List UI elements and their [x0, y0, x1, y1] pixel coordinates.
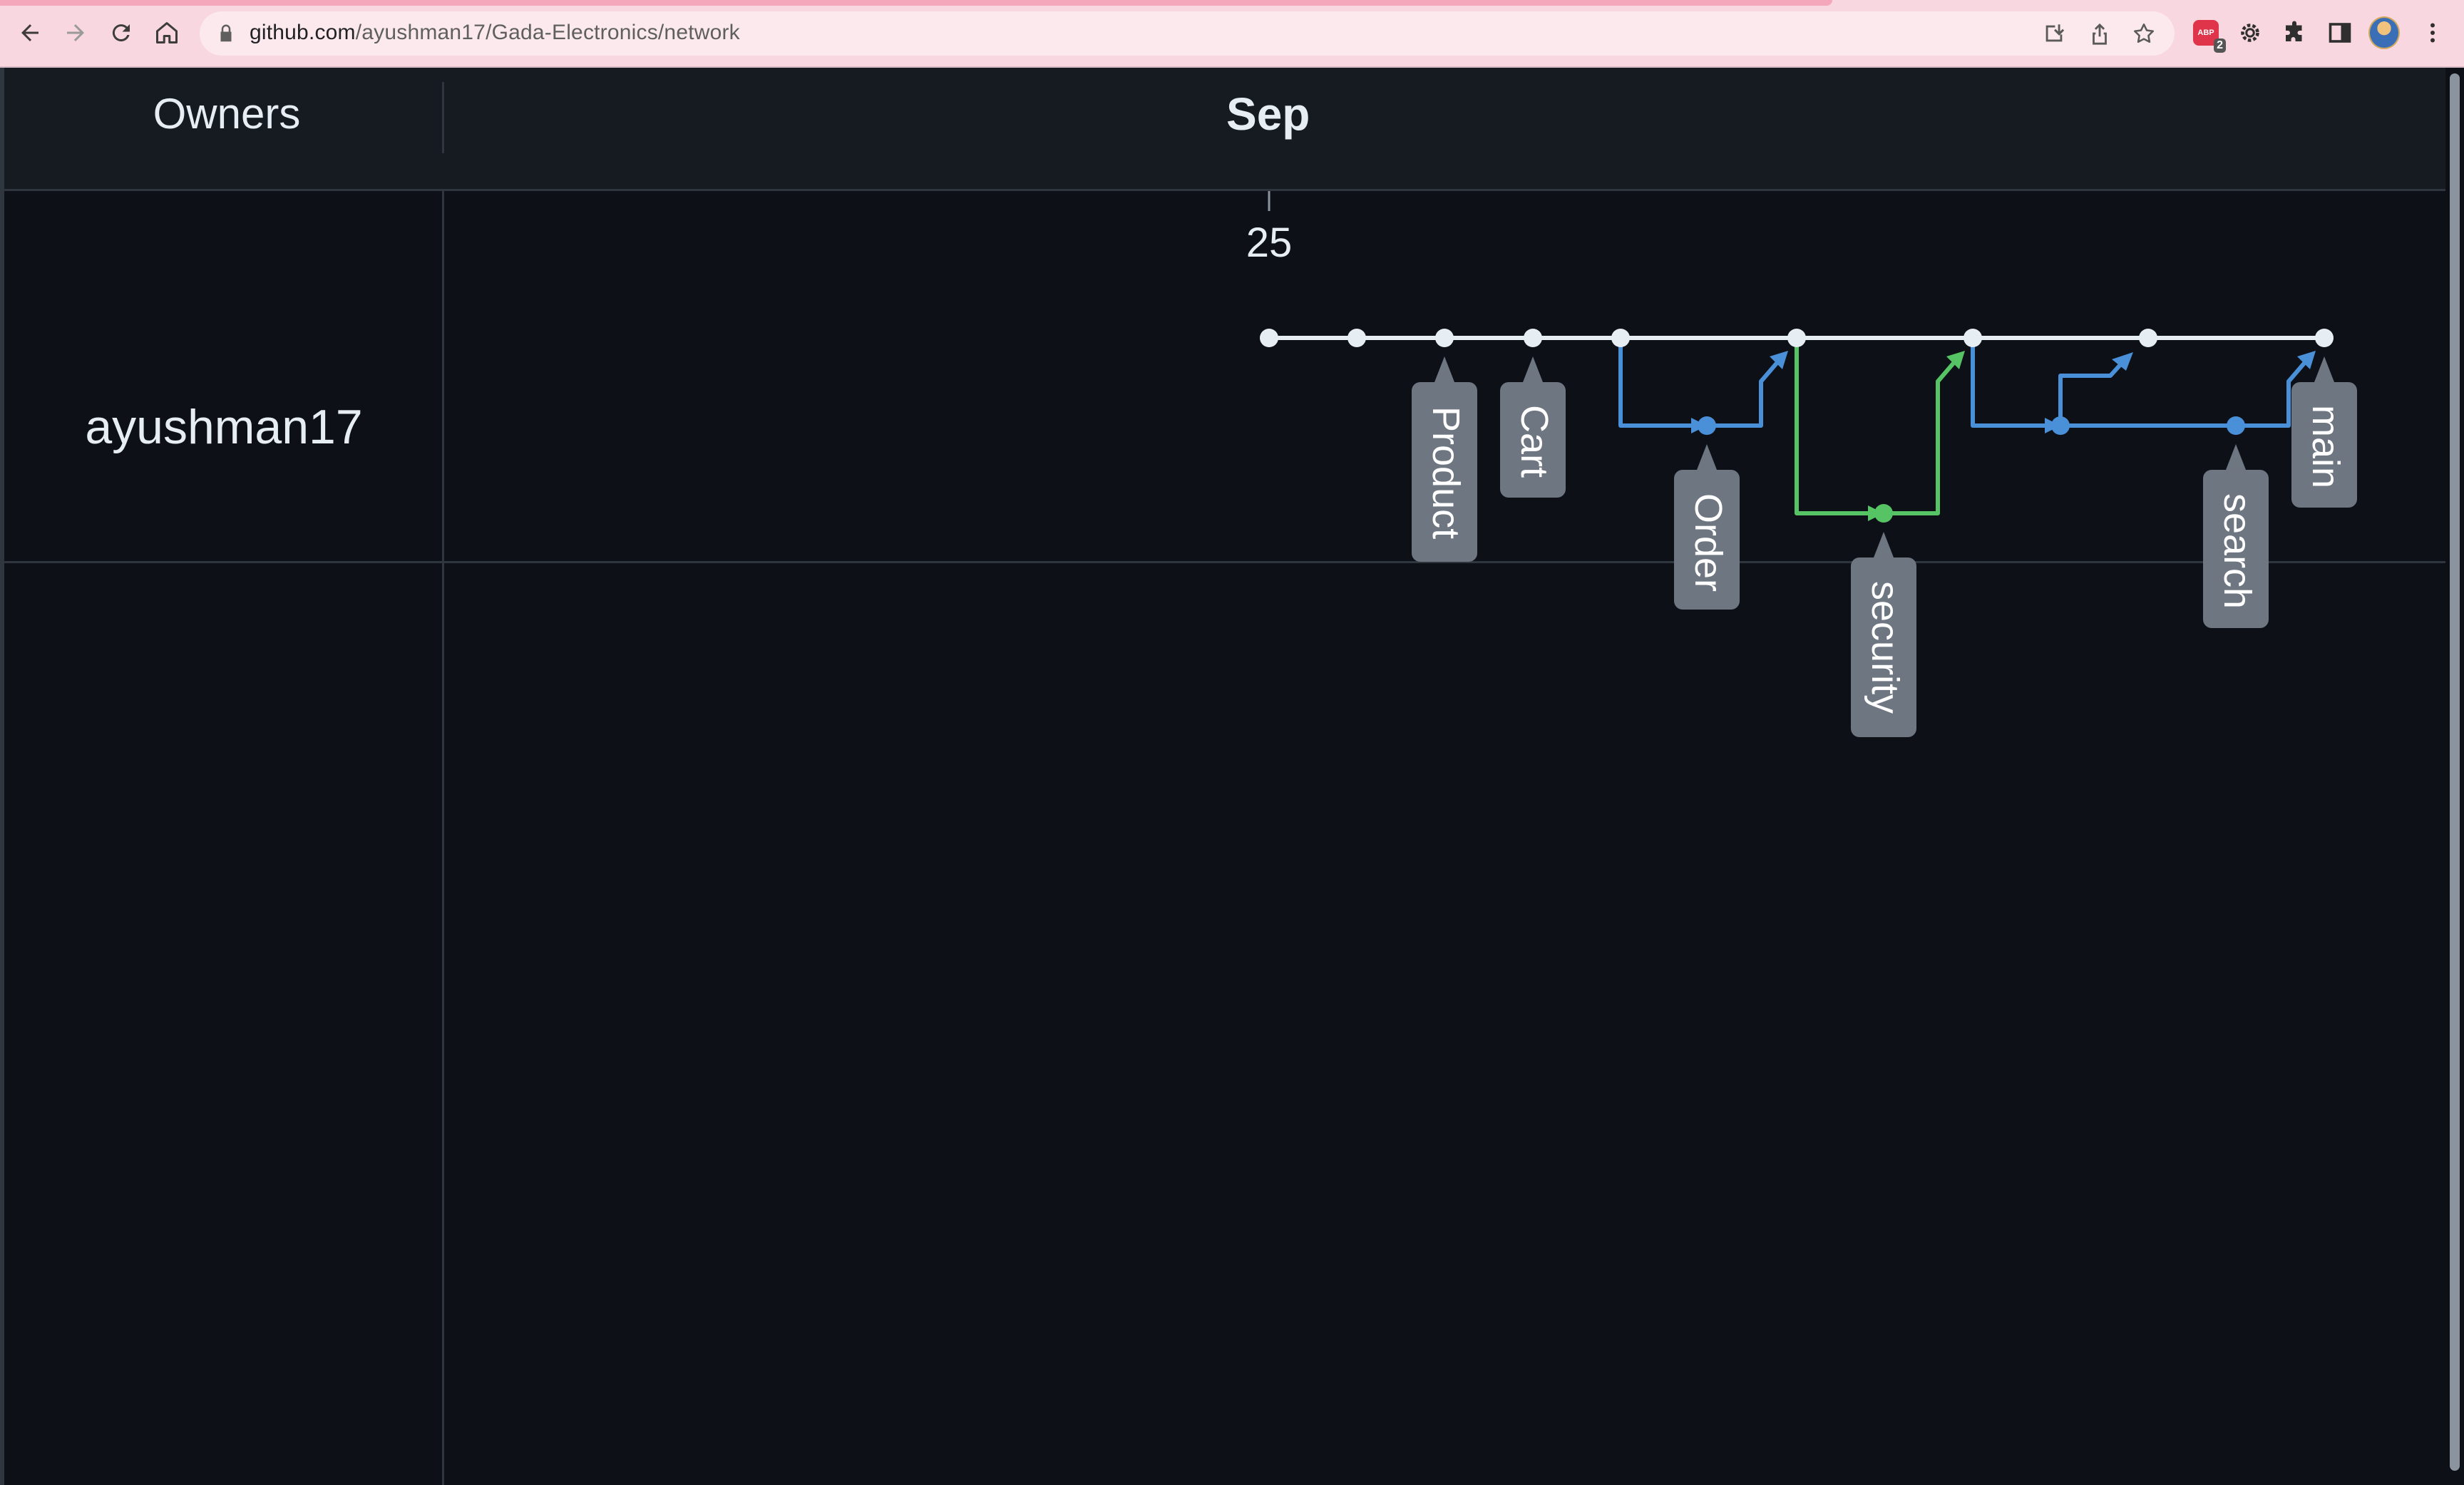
side-panel-button[interactable] [2324, 17, 2356, 48]
commit-dot[interactable] [2227, 416, 2245, 435]
puzzle-icon [2286, 21, 2302, 41]
branch-label-text: main [2304, 405, 2347, 488]
kebab-menu-icon [2430, 23, 2435, 43]
branch-line-security [1795, 338, 1884, 515]
scrollbar-thumb[interactable] [2450, 73, 2460, 1471]
branch-label-security[interactable]: security [1851, 532, 1916, 737]
url-path: /ayushman17/Gada-Electronics/network [355, 21, 740, 44]
sidepanel-icon [2329, 23, 2351, 43]
settings-extension-icon [2241, 24, 2259, 42]
extension-badge: 2 [2214, 38, 2226, 53]
commit-dot[interactable] [1787, 329, 1806, 347]
branch-line-security-merge [1884, 355, 1961, 515]
branch-label-text: search [2216, 493, 2259, 609]
commit-dot[interactable] [1524, 329, 1542, 347]
url-host: github.com [250, 21, 356, 44]
profile-button[interactable] [2368, 16, 2400, 49]
avatar [2368, 16, 2400, 49]
branch-line-order [1618, 338, 1707, 428]
branch-line-search [1971, 338, 2236, 428]
network-graph: Owners Sep ayushman17 25 Product Cart Or… [0, 68, 2464, 1485]
branch-label-product[interactable]: Product [1412, 356, 1477, 562]
day-label: 25 [1246, 220, 1293, 266]
reload-button[interactable] [101, 13, 141, 53]
lock-icon[interactable] [215, 23, 237, 44]
scrollbar[interactable] [2445, 68, 2464, 1485]
commit-dot[interactable] [1874, 504, 1893, 523]
commit-dot[interactable] [2315, 329, 2334, 347]
adblock-icon: ABP 2 [2193, 20, 2226, 53]
forward-button[interactable] [56, 13, 96, 53]
adblock-extension[interactable]: ABP 2 [2190, 17, 2226, 53]
commit-dot[interactable] [1260, 329, 1278, 347]
reload-icon [112, 24, 130, 42]
settings-extension-button[interactable] [2234, 17, 2266, 48]
commit-dot[interactable] [1963, 329, 1982, 347]
home-button[interactable] [147, 13, 187, 53]
tab-strip[interactable] [0, 0, 1832, 6]
branch-label-order[interactable]: Order [1674, 444, 1740, 610]
branch-label-text: Cart [1513, 405, 1556, 478]
branch-label-cart[interactable]: Cart [1500, 356, 1566, 498]
commit-dot[interactable] [1611, 329, 1630, 347]
adblock-label: ABP [2197, 29, 2214, 37]
commit-dot[interactable] [1348, 329, 1366, 347]
branch-label-text: security [1864, 581, 1906, 714]
branch-label-text: Order [1687, 493, 1730, 592]
install-icon[interactable] [2042, 21, 2066, 46]
share-icon[interactable] [2088, 21, 2112, 46]
star-icon[interactable] [2132, 21, 2156, 46]
branch-line-order-merge [1707, 355, 1785, 428]
browser-menu-button[interactable] [2417, 17, 2448, 48]
branch-label-text: Product [1424, 406, 1467, 539]
address-bar[interactable]: github.com/ayushman17/Gada-Electronics/n… [200, 11, 2175, 56]
branch-label-search[interactable]: search [2203, 444, 2269, 628]
commit-dot[interactable] [2139, 329, 2157, 347]
commit-graph[interactable]: 25 Product Cart Order security search ma… [0, 68, 2445, 1485]
branch-line-search-merge [2058, 358, 2127, 426]
home-icon [156, 22, 178, 43]
commit-dot[interactable] [1698, 416, 1716, 435]
forward-icon [67, 24, 84, 41]
back-button[interactable] [10, 13, 50, 53]
branch-label-main[interactable]: main [2291, 356, 2357, 508]
commit-dot[interactable] [2051, 416, 2070, 435]
browser-toolbar: github.com/ayushman17/Gada-Electronics/n… [0, 0, 2464, 68]
branch-labels: Product Cart Order security search main [1412, 356, 2357, 737]
url-text[interactable]: github.com/ayushman17/Gada-Electronics/n… [250, 21, 740, 45]
back-icon [21, 24, 38, 41]
commit-dot[interactable] [1435, 329, 1454, 347]
extensions-button[interactable] [2279, 17, 2310, 48]
